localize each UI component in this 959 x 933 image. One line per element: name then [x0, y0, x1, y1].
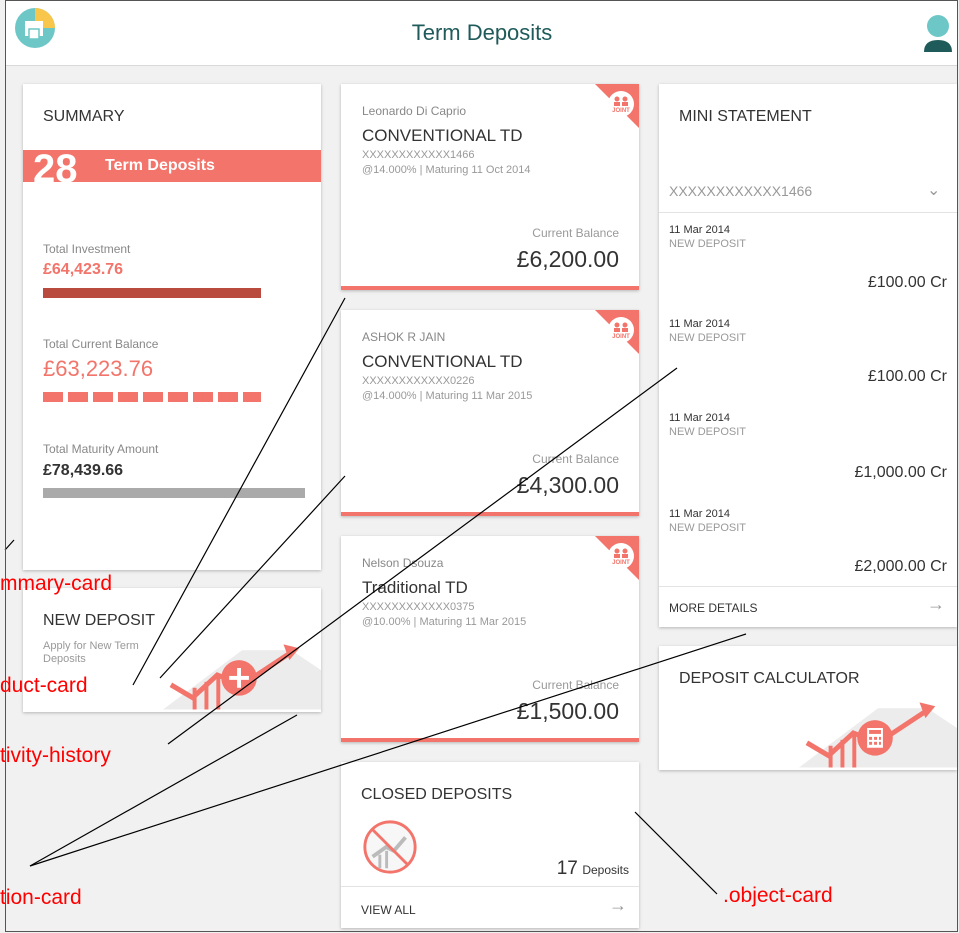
product-card-annotation: duct-card [0, 674, 88, 697]
activity-history-annotation: tivity-history [0, 744, 111, 767]
summary-card-annotation: mmary-card [0, 572, 113, 595]
object-card-annotation: .object-card [723, 884, 833, 907]
action-card-annotation: tion-card [0, 886, 82, 909]
annotation-lines [4, 297, 747, 895]
